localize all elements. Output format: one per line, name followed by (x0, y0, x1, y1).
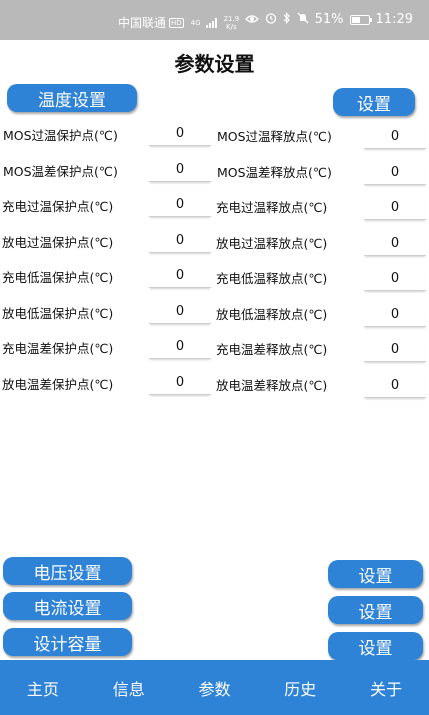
hd-badge: HD (169, 17, 184, 28)
protect-point-input[interactable]: 0 (149, 229, 211, 253)
release-point-input[interactable]: 0 (364, 374, 426, 398)
release-point-input[interactable]: 0 (364, 125, 426, 149)
release-point-label: 放电温差释放点(℃) (216, 377, 328, 393)
status-bar: 中国联通 HD 4G 21.9 K/s 51% 11:29 (0, 0, 429, 40)
protect-point-label: 充电温差保护点(℃) (2, 341, 114, 356)
net-speed-unit: K/s (226, 22, 237, 31)
mute-icon (297, 12, 309, 27)
protect-point-input[interactable]: 0 (149, 300, 211, 324)
protect-point-input[interactable]: 0 (149, 264, 211, 288)
release-point-input[interactable]: 0 (364, 196, 426, 220)
battery-percent: 51% (314, 12, 344, 27)
network-type: 4G (190, 18, 201, 27)
capacity-settings-button[interactable]: 设计容量 (3, 628, 132, 656)
release-point-label: MOS温差释放点(℃) (217, 164, 332, 180)
net-speed-value: 21.9 (223, 14, 240, 23)
battery-icon (349, 14, 372, 25)
voltage-settings-button[interactable]: 电压设置 (3, 557, 132, 585)
carrier-name: 中国联通 (118, 16, 167, 30)
bottom-nav: 主页 信息 参数 历史 关于 (0, 660, 429, 715)
page-title: 参数设置 (174, 52, 255, 76)
nav-info[interactable]: 信息 (86, 676, 172, 700)
net-speed: 21.9 K/s (224, 15, 240, 31)
release-point-label: 放电过温释放点(℃) (216, 235, 328, 251)
status-left: 中国联通 HD 4G 21.9 K/s (118, 14, 239, 31)
release-point-label: 充电低温释放点(℃) (216, 271, 328, 286)
protect-point-label: MOS温差保护点(℃) (3, 163, 118, 179)
release-point-label: MOS过温释放点(℃) (217, 129, 332, 144)
nav-about[interactable]: 关于 (343, 676, 429, 700)
release-point-input[interactable]: 0 (364, 267, 426, 291)
current-settings-button[interactable]: 电流设置 (3, 592, 132, 620)
signal-icon (205, 17, 217, 28)
protect-point-input[interactable]: 0 (149, 158, 211, 182)
protect-point-input[interactable]: 0 (149, 335, 211, 359)
protect-point-label: 充电过温保护点(℃) (2, 199, 114, 214)
protect-point-label: 放电温差保护点(℃) (2, 376, 114, 392)
nav-history[interactable]: 历史 (257, 676, 343, 700)
eye-icon (244, 13, 259, 27)
temperature-set-button[interactable]: 设置 (333, 88, 415, 116)
release-point-label: 充电过温释放点(℃) (216, 200, 328, 215)
release-point-input[interactable]: 0 (364, 338, 426, 362)
nav-params[interactable]: 参数 (172, 676, 258, 700)
release-point-label: 充电温差释放点(℃) (216, 342, 328, 357)
battery-fill (351, 16, 360, 23)
nav-home[interactable]: 主页 (0, 676, 86, 700)
capacity-set-button[interactable]: 设置 (328, 632, 423, 660)
protect-point-label: 充电低温保护点(℃) (2, 270, 114, 285)
alarm-icon (265, 12, 277, 27)
release-point-label: 放电低温释放点(℃) (216, 306, 328, 322)
protect-point-label: 放电过温保护点(℃) (2, 234, 114, 250)
protect-point-input[interactable]: 0 (149, 122, 211, 146)
status-right: 51% 11:29 (244, 12, 413, 27)
protect-point-label: MOS过温保护点(℃) (3, 128, 118, 143)
voltage-set-button[interactable]: 设置 (328, 560, 423, 588)
protect-point-input[interactable]: 0 (149, 193, 211, 217)
current-set-button[interactable]: 设置 (328, 596, 423, 624)
protect-point-input[interactable]: 0 (149, 371, 211, 395)
release-point-input[interactable]: 0 (364, 161, 426, 185)
release-point-input[interactable]: 0 (364, 303, 426, 327)
release-point-input[interactable]: 0 (364, 232, 426, 256)
temperature-settings-button[interactable]: 温度设置 (7, 84, 137, 112)
clock: 11:29 (375, 12, 413, 27)
protect-point-label: 放电低温保护点(℃) (2, 305, 114, 321)
bluetooth-icon (283, 12, 291, 27)
